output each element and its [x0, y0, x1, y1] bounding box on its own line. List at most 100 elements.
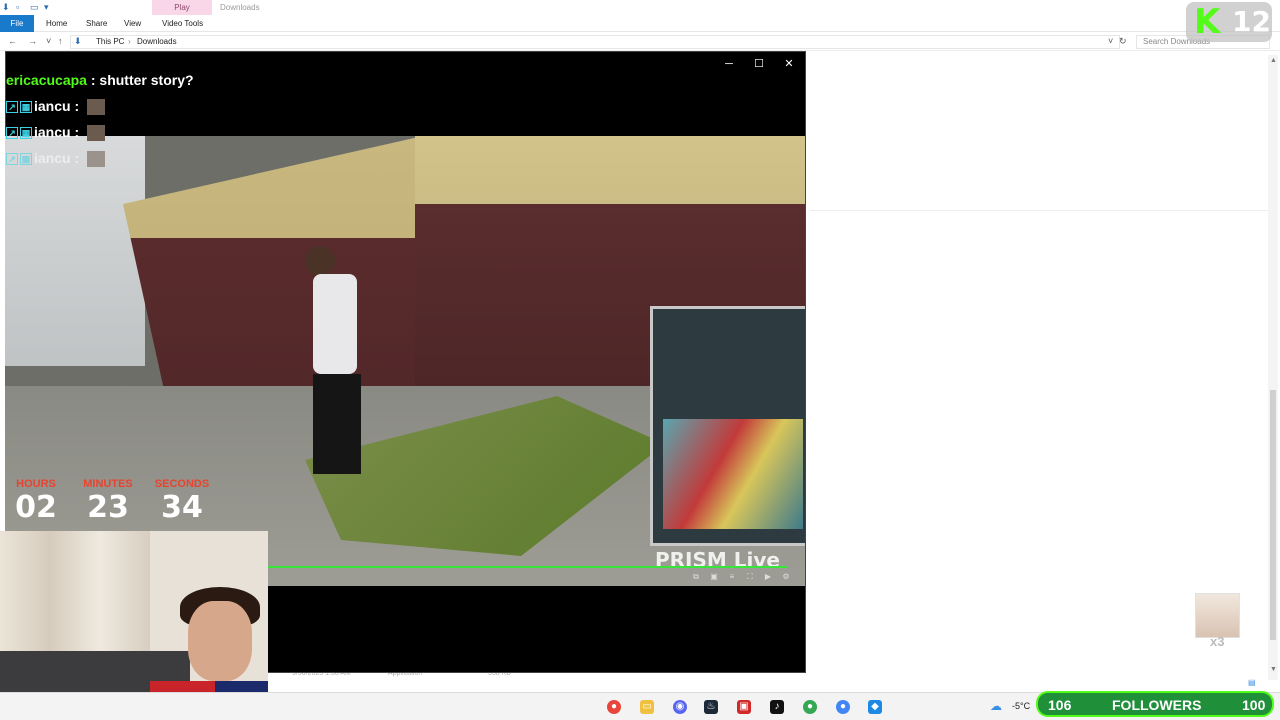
screen: ⬇ ▫ ▭ ▾ Play Downloads File Home Share V… — [0, 0, 1280, 720]
maximize-button[interactable]: ☐ — [748, 56, 770, 72]
tab-video-tools[interactable]: Video Tools — [162, 15, 203, 32]
page-icon[interactable]: ▫ — [16, 2, 26, 12]
timer-minutes-value: 23 — [87, 490, 129, 525]
chat-username: iancu — [34, 98, 71, 114]
file-list-divider — [810, 210, 1270, 211]
chat-separator: : — [86, 72, 100, 88]
breadcrumb-downloads[interactable]: Downloads — [137, 37, 177, 46]
breadcrumb-this-pc[interactable]: This PC — [96, 37, 124, 46]
sub-badge-icon: ↗ — [6, 153, 18, 166]
emote-icon — [87, 151, 106, 168]
refresh-icon[interactable]: ↻ — [1119, 36, 1127, 47]
gear-icon[interactable]: ⚙ — [780, 572, 792, 582]
up-icon[interactable]: ↑ — [58, 36, 63, 46]
chat-message: ↗ ▦ iancu : — [6, 98, 266, 124]
folder-icon[interactable]: ▭ — [30, 2, 40, 12]
temperature[interactable]: -5°C — [1012, 701, 1030, 711]
alert-count: x3 — [1210, 634, 1225, 649]
chat-message: ↗ ▦ iancu : — [6, 150, 266, 176]
timer-seconds: SECONDS 34 — [152, 478, 212, 526]
steam-icon[interactable]: ♨ — [704, 700, 718, 714]
prism-live-watermark: PRISM Live — [655, 548, 780, 572]
timer-hours: HOURS 02 — [6, 478, 66, 526]
kick-counter: 12 — [1232, 5, 1271, 38]
mod-badge-icon: ▦ — [20, 153, 32, 166]
play-icon[interactable]: ▶ — [762, 572, 774, 582]
kick-badge: K 12 — [1186, 2, 1272, 42]
stream-timer: HOURS 02 MINUTES 23 SECONDS 34 — [6, 478, 216, 528]
vscode-icon[interactable]: ◆ — [868, 700, 882, 714]
mod-badge-icon: ▦ — [20, 127, 32, 140]
file-explorer-icon[interactable]: ▭ — [640, 700, 654, 714]
followers-current: 106 — [1048, 697, 1072, 713]
emote-icon — [87, 125, 106, 142]
video-person — [295, 246, 375, 486]
scroll-up-icon[interactable]: ▲ — [1270, 57, 1277, 64]
timer-minutes-label: MINUTES — [83, 478, 133, 490]
tab-view[interactable]: View — [124, 15, 141, 32]
chrome-icon-2[interactable]: ● — [803, 700, 817, 714]
webcam-face — [188, 601, 252, 681]
kick-logo: K — [1194, 2, 1221, 42]
mod-badge-icon: ▦ — [20, 101, 32, 114]
chat-separator: : — [70, 150, 84, 166]
app-icon[interactable]: ▣ — [737, 700, 751, 714]
emote-alert-thumbnail: x3 — [1195, 593, 1240, 649]
chevron-down-icon[interactable]: ˅ — [46, 36, 51, 46]
chat-text: shutter story? — [99, 72, 194, 88]
back-icon[interactable]: ← — [8, 36, 17, 46]
window-title: Downloads — [220, 3, 260, 12]
context-tab-play[interactable]: Play — [152, 0, 212, 15]
followers-goal-bar: 106 FOLLOWERS 100 — [1036, 691, 1274, 717]
chat-username: iancu — [34, 150, 71, 166]
chat-overlay: ericacucapa : shutter story? ↗ ▦ iancu : ↗… — [6, 72, 266, 176]
video-bags — [663, 419, 803, 529]
details-view-icon[interactable]: ▤ — [1248, 678, 1256, 687]
tab-home[interactable]: Home — [46, 15, 67, 32]
down-arrow-icon[interactable]: ⬇ — [2, 2, 12, 12]
chat-separator: : — [70, 124, 84, 140]
chrome-icon[interactable]: ● — [607, 700, 621, 714]
sub-badge-icon: ↗ — [6, 127, 18, 140]
breadcrumb-separator: › — [128, 37, 131, 46]
scrollbar-thumb[interactable] — [1270, 390, 1276, 640]
sub-badge-icon: ↗ — [6, 101, 18, 114]
quick-access-toolbar: ⬇ ▫ ▭ ▾ — [2, 2, 54, 12]
chat-message: ericacucapa : shutter story? — [6, 72, 266, 98]
emote-icon — [87, 99, 106, 116]
forward-icon[interactable]: → — [28, 36, 37, 46]
person-head — [305, 246, 335, 276]
fullscreen-icon[interactable]: ⛶ — [744, 572, 756, 582]
discord-icon[interactable]: ◉ — [673, 700, 687, 714]
timer-hours-value: 02 — [15, 490, 57, 525]
followers-label: FOLLOWERS — [1112, 697, 1202, 713]
weather-icon[interactable]: ☁ — [990, 699, 1002, 713]
chat-username: iancu — [34, 124, 71, 140]
address-bar-row: ← → ˅ ↑ ⬇ This PC › Downloads ˅ ↻ Search… — [0, 33, 1280, 51]
followers-goal: 100 — [1242, 697, 1266, 713]
chat-username: ericacucapa — [6, 72, 87, 88]
chrome-icon-3[interactable]: ● — [836, 700, 850, 714]
chevron-down-icon[interactable]: ˅ — [1108, 36, 1113, 46]
person-body — [313, 274, 357, 374]
chat-message: ↗ ▦ iancu : — [6, 124, 266, 150]
player-mini-controls: ⧉ ▣ ≡ ⛶ ▶ ⚙ — [690, 572, 792, 582]
chat-separator: : — [70, 98, 84, 114]
ribbon-tabs: File Home Share View Video Tools — [0, 15, 1280, 32]
window-icon[interactable]: ▣ — [708, 572, 720, 582]
tab-share[interactable]: Share — [86, 15, 107, 32]
chevron-down-icon[interactable]: ▾ — [44, 2, 54, 12]
scrollbar[interactable] — [1268, 55, 1278, 680]
person-legs — [313, 374, 361, 474]
scroll-down-icon[interactable]: ▼ — [1270, 666, 1277, 673]
pip-icon[interactable]: ⧉ — [690, 572, 702, 582]
video-cage — [650, 306, 805, 546]
close-button[interactable]: ✕ — [778, 56, 800, 72]
tab-file[interactable]: File — [0, 15, 34, 32]
minimize-button[interactable]: ─ — [718, 56, 740, 72]
timer-hours-label: HOURS — [16, 478, 56, 490]
progress-line[interactable] — [268, 566, 788, 568]
menu-icon[interactable]: ≡ — [726, 572, 738, 582]
tiktok-icon[interactable]: ♪ — [770, 700, 784, 714]
address-bar[interactable] — [70, 35, 1120, 49]
